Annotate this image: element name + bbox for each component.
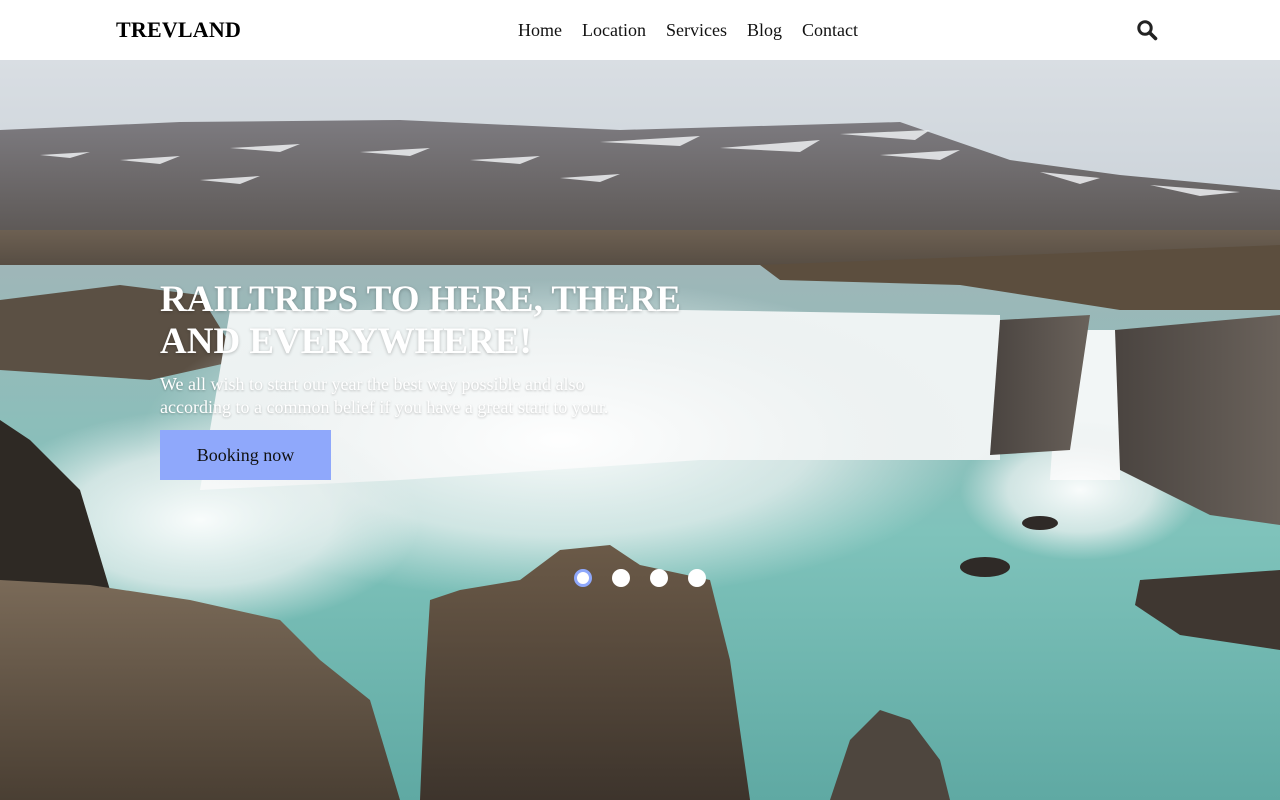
site-logo[interactable]: TREVLAND bbox=[116, 17, 241, 43]
booking-now-button[interactable]: Booking now bbox=[160, 430, 331, 480]
slider-dot-4[interactable] bbox=[688, 569, 706, 587]
nav-contact[interactable]: Contact bbox=[802, 19, 858, 41]
nav-services[interactable]: Services bbox=[666, 19, 727, 41]
slider-dots bbox=[574, 569, 706, 587]
nav-location[interactable]: Location bbox=[582, 19, 646, 41]
hero-title-line-1: RAILTRIPS TO HERE, THERE bbox=[160, 279, 681, 320]
slider-dot-1[interactable] bbox=[574, 569, 592, 587]
hero-title-line-2: AND EVERYWHERE! bbox=[160, 321, 532, 362]
search-icon[interactable] bbox=[1136, 19, 1158, 41]
slider-dot-2[interactable] bbox=[612, 569, 630, 587]
hero-subtitle-line-2: according to a common belief if you have… bbox=[160, 397, 609, 417]
nav-blog[interactable]: Blog bbox=[747, 19, 782, 41]
hero-title: RAILTRIPS TO HERE, THERE AND EVERYWHERE! bbox=[160, 279, 720, 363]
hero-subtitle: We all wish to start our year the best w… bbox=[160, 373, 680, 419]
site-header: TREVLAND Home Location Services Blog Con… bbox=[0, 0, 1280, 60]
hero-section: RAILTRIPS TO HERE, THERE AND EVERYWHERE!… bbox=[0, 60, 1280, 800]
main-nav: Home Location Services Blog Contact bbox=[518, 19, 858, 41]
nav-home[interactable]: Home bbox=[518, 19, 562, 41]
slider-dot-3[interactable] bbox=[650, 569, 668, 587]
hero-subtitle-line-1: We all wish to start our year the best w… bbox=[160, 374, 585, 394]
